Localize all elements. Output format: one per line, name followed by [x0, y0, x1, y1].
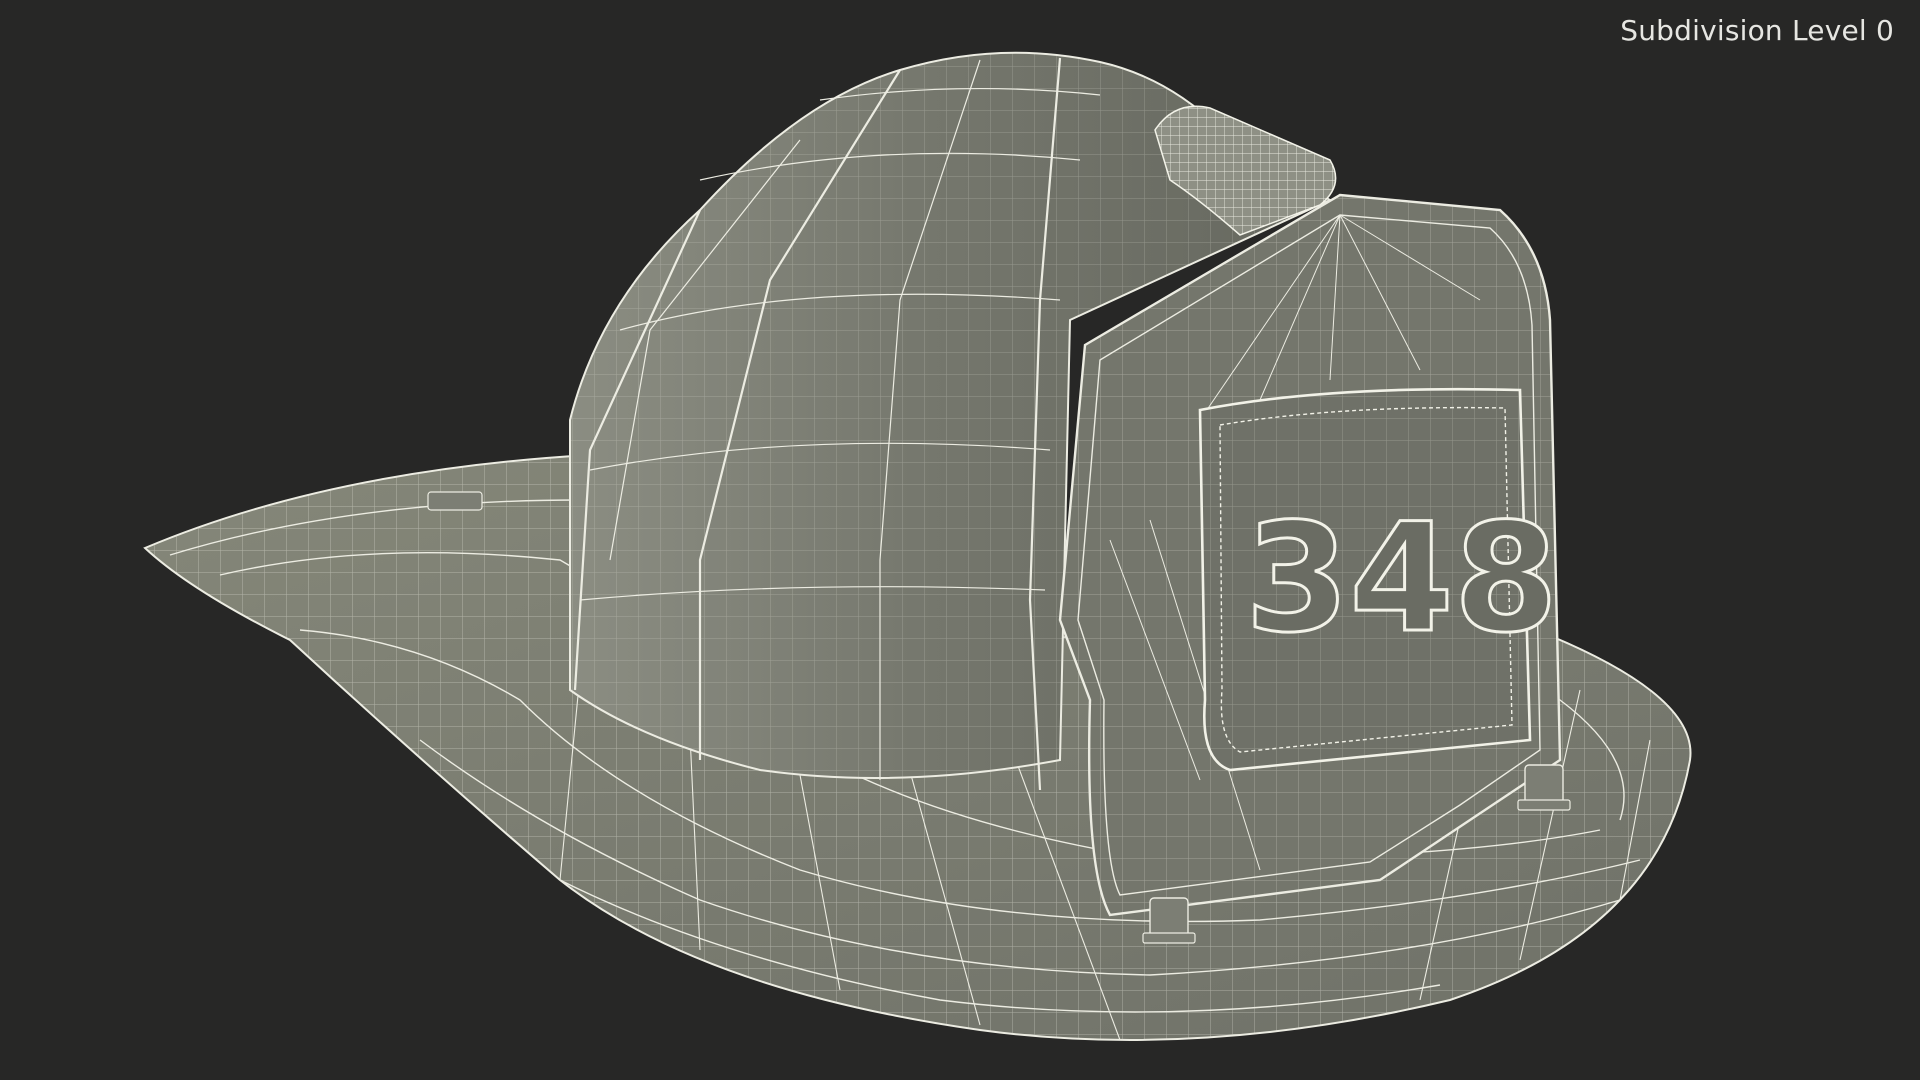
- badge-number: 348: [1245, 492, 1558, 666]
- helmet-wireframe-render: 348: [143, 51, 1692, 1041]
- helmet-badge-panel: 348: [1198, 387, 1560, 772]
- 3d-viewport[interactable]: Subdivision Level 0 348: [0, 0, 1920, 1080]
